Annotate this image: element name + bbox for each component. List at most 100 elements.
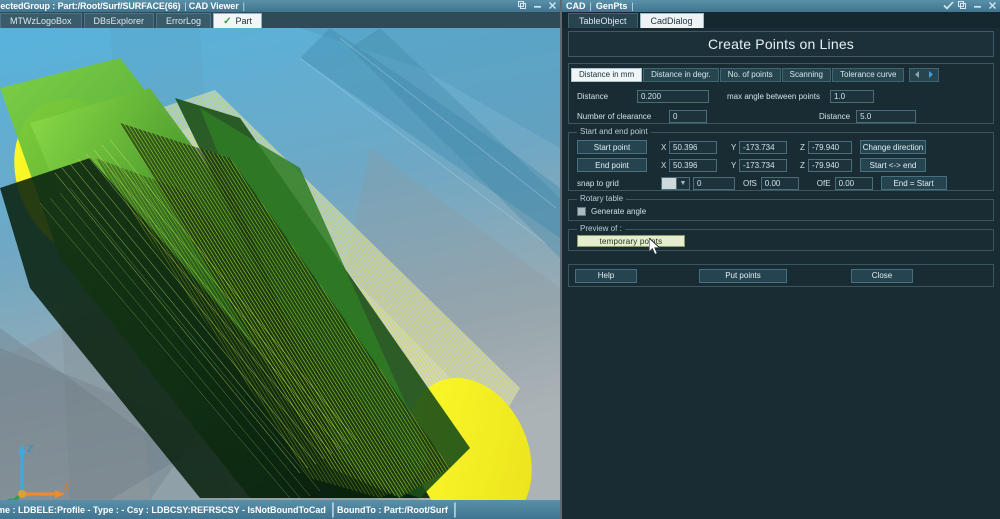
x-axis-label: X (661, 142, 667, 152)
help-button[interactable]: Help (575, 268, 637, 283)
tab-caddialog[interactable]: CadDialog (639, 13, 704, 28)
end-equals-start-label: End = Start (893, 178, 934, 188)
distance-label: Distance (577, 92, 609, 101)
cad-viewer-title-secondary: CAD Viewer (188, 1, 239, 11)
mode-tab-label: Distance in mm (579, 70, 635, 79)
preview-panel: Preview of : temporary points (568, 224, 994, 251)
mode-tab-scanning[interactable]: Scanning (781, 67, 831, 82)
status-text: me : LDBELE:Profile - Type : - Csy : LDB… (0, 504, 326, 515)
mode-tab-tolerance-curve[interactable]: Tolerance curve (832, 67, 905, 82)
cad-viewer-window-controls (518, 1, 557, 10)
status-separator: | (330, 500, 335, 518)
status-bound-to: BoundTo : Part:/Root/Surf (337, 504, 448, 515)
start-swap-end-button[interactable]: Start <-> end (860, 158, 926, 172)
arrow-right-icon[interactable] (925, 69, 936, 80)
restore-icon[interactable] (518, 1, 527, 10)
dialog-header: Create Points on Lines (568, 31, 994, 57)
mode-tab-label: Scanning (789, 70, 823, 79)
tab-label: Part (235, 16, 252, 26)
close-label: Close (871, 271, 893, 280)
distance-row: Distance max angle between points (569, 90, 993, 103)
clearance-row: Number of clearance Distance (569, 110, 993, 123)
title-separator: | (589, 1, 592, 11)
end-point-button[interactable]: End point (577, 158, 647, 172)
minimize-icon[interactable] (533, 1, 542, 10)
tab-dbsexplorer[interactable]: DBsExplorer (83, 13, 155, 28)
mode-tab-label: Distance in degr. (651, 70, 711, 79)
tab-label: DBsExplorer (93, 16, 145, 26)
restore-icon[interactable] (958, 1, 967, 10)
tab-label: ErrorLog (166, 16, 202, 26)
start-z-input[interactable] (808, 140, 852, 154)
ofs-label: OfS (743, 178, 757, 188)
cad-viewer-titlebar: lectedGroup : Part:/Root/Surf/SURFACE(66… (0, 0, 560, 12)
tab-label: CadDialog (650, 16, 693, 26)
clearance-input[interactable] (669, 110, 707, 123)
generate-angle-row: Generate angle (569, 207, 993, 216)
start-point-button[interactable]: Start point (577, 140, 647, 154)
tab-tableobject[interactable]: TableObject (568, 13, 638, 28)
start-x-input[interactable] (669, 140, 717, 154)
close-icon[interactable] (548, 1, 557, 10)
help-label: Help (597, 271, 615, 280)
end-y-input[interactable] (739, 158, 787, 172)
preview-temporary-points-field[interactable]: temporary points (577, 235, 685, 247)
max-angle-input[interactable] (829, 90, 874, 103)
tab-mtwzlogobox[interactable]: MTWzLogoBox (0, 13, 82, 28)
check-icon[interactable] (943, 1, 954, 10)
cad-dialog-title-secondary: GenPts (595, 1, 628, 11)
mode-tab-distance-degr[interactable]: Distance in degr. (643, 67, 719, 82)
generate-angle-label: Generate angle (591, 207, 647, 216)
start-end-panel: Start and end point Start point X Y Z Ch… (568, 127, 994, 191)
put-points-button[interactable]: Put points (699, 268, 787, 283)
max-angle-label: max angle between points (727, 92, 820, 101)
put-points-label: Put points (725, 271, 761, 280)
start-y-input[interactable] (739, 140, 787, 154)
x-axis-label-2: X (661, 160, 667, 170)
close-button[interactable]: Close (851, 268, 913, 283)
cad-dialog-titlebar: CAD | GenPts | (562, 0, 1000, 12)
mode-tab-no-of-points[interactable]: No. of points (719, 67, 781, 82)
end-x-input[interactable] (669, 158, 717, 172)
cad-dialog-title: CAD (566, 1, 586, 11)
close-icon[interactable] (988, 1, 997, 10)
arrow-left-icon[interactable] (912, 69, 923, 80)
tab-label: TableObject (579, 16, 627, 26)
mode-tab-label: No. of points (727, 70, 773, 79)
y-axis-label-2: Y (731, 160, 737, 170)
action-buttons-panel: Help Put points Close (568, 264, 994, 287)
start-point-row: Start point X Y Z Change direction (569, 140, 993, 154)
snap-grid-input[interactable] (693, 176, 735, 190)
change-direction-button[interactable]: Change direction (860, 140, 926, 154)
page-title: Create Points on Lines (707, 36, 855, 52)
y-axis-label: Y (731, 142, 737, 152)
tab-errorlog[interactable]: ErrorLog (156, 13, 212, 28)
distance2-input[interactable] (856, 110, 917, 123)
chevron-down-icon[interactable]: ▼ (677, 176, 690, 190)
cad-viewer-title: lectedGroup : Part:/Root/Surf/SURFACE(66… (0, 1, 181, 11)
mode-tab-distance-mm[interactable]: Distance in mm (571, 67, 643, 82)
cad-viewer-tabbar: MTWzLogoBox DBsExplorer ErrorLog ✓ Part (0, 12, 560, 28)
cad-dialog-body: Create Points on Lines Distance in mm Di… (562, 28, 1000, 519)
snap-grid-color-swatch[interactable] (661, 176, 677, 190)
minimize-icon[interactable] (973, 1, 982, 10)
z-axis-label: Z (800, 142, 805, 152)
ofe-label: OfE (816, 178, 831, 188)
end-z-input[interactable] (808, 158, 852, 172)
preview-legend: Preview of : (577, 224, 625, 233)
mode-tab-nav (909, 67, 940, 82)
generate-angle-checkbox[interactable] (577, 207, 586, 216)
end-point-row: End point X Y Z Start <-> end (569, 158, 993, 172)
end-equals-start-button[interactable]: End = Start (880, 176, 947, 190)
cad-dialog-window: CAD | GenPts | TableObject CadDialog Cre… (562, 0, 1000, 519)
ofs-input[interactable] (760, 176, 799, 190)
rotary-table-panel: Rotary table Generate angle (568, 194, 994, 221)
clearance-label: Number of clearance (577, 112, 652, 121)
snap-to-grid-label: snap to grid (577, 178, 619, 188)
ofe-input[interactable] (834, 176, 873, 190)
distance-input[interactable] (637, 90, 709, 103)
tab-part[interactable]: ✓ Part (213, 13, 262, 28)
preview-field-wrap: temporary points (569, 230, 993, 247)
3d-viewport[interactable]: Z X (0, 28, 560, 500)
status-separator-2: | (452, 500, 457, 518)
